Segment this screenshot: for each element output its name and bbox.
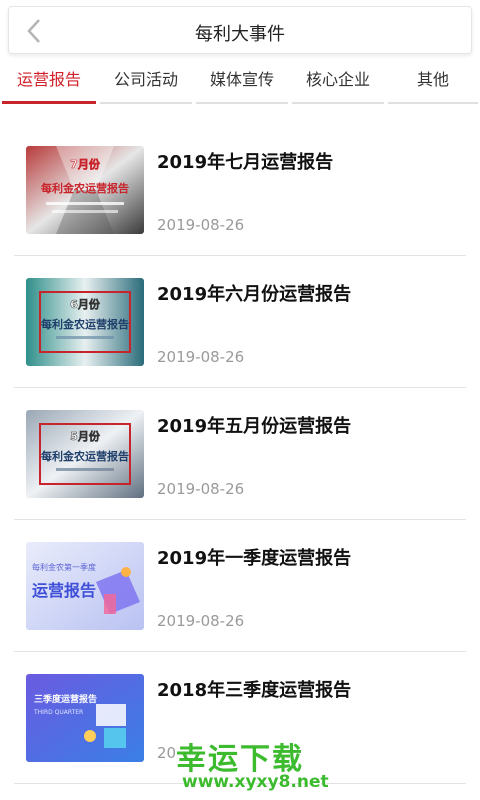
item-date: 2019-08-26 (157, 216, 245, 234)
tab-company-activity[interactable]: 公司活动 (100, 62, 192, 106)
list-item[interactable]: 5月份 每利金农运营报告 2019年五月份运营报告 2019-08-26 (14, 388, 466, 520)
item-title: 2018年三季度运营报告 (157, 680, 352, 701)
list-item[interactable]: 每利金农第一季度 运营报告 2019年一季度运营报告 2019-08-26 (14, 520, 466, 652)
site-watermark: 幸运下载 www.xyxy8.net (176, 734, 329, 794)
list-item[interactable]: 6月份 每利金农运营报告 2019年六月份运营报告 2019-08-26 (14, 256, 466, 388)
tab-label: 公司活动 (113, 70, 178, 89)
thumb-text: 每利金农运营报告 (41, 181, 129, 195)
page-title: 每利大事件 (195, 24, 285, 45)
thumb-text: THIRD QUARTER (33, 709, 83, 716)
report-thumbnail: 7月份 每利金农运营报告 (26, 146, 144, 234)
tab-media[interactable]: 媒体宣传 (196, 62, 288, 106)
tab-operation-report[interactable]: 运营报告 (2, 62, 96, 106)
tab-indicator (2, 101, 96, 104)
report-thumbnail: 6月份 每利金农运营报告 (26, 278, 144, 366)
report-thumbnail: 三季度运营报告 THIRD QUARTER (26, 674, 144, 762)
tab-label: 其他 (416, 70, 449, 89)
thumb-text: 每利金农运营报告 (41, 317, 129, 331)
item-date: 20 (157, 744, 177, 762)
item-date: 2019-08-26 (157, 348, 245, 366)
app-header: 每利大事件 (8, 6, 472, 54)
thumb-text: 运营报告 (32, 581, 96, 600)
tab-indicator (196, 102, 288, 104)
item-date: 2019-08-26 (157, 480, 245, 498)
item-title: 2019年六月份运营报告 (157, 284, 352, 305)
report-thumbnail: 5月份 每利金农运营报告 (26, 410, 144, 498)
thumb-text: 5月份 (70, 429, 101, 443)
thumb-text: 每利金农运营报告 (41, 449, 129, 463)
category-tabs: 运营报告 公司活动 媒体宣传 核心企业 其他 (0, 62, 480, 106)
thumb-text: 每利金农第一季度 (32, 562, 96, 572)
list-item[interactable]: 7月份 每利金农运营报告 2019年七月运营报告 2019-08-26 (14, 124, 466, 256)
item-date: 2019-08-26 (157, 612, 245, 630)
report-thumbnail: 每利金农第一季度 运营报告 (26, 542, 144, 630)
item-title: 2019年五月份运营报告 (157, 416, 352, 437)
tab-indicator (292, 102, 384, 104)
thumb-text: 7月份 (70, 157, 101, 171)
item-title: 2019年一季度运营报告 (157, 548, 352, 569)
tab-label: 运营报告 (16, 70, 81, 89)
item-title: 2019年七月运营报告 (157, 152, 334, 173)
thumb-text: 三季度运营报告 (34, 693, 97, 705)
tab-core-enterprise[interactable]: 核心企业 (292, 62, 384, 106)
tab-label: 核心企业 (305, 70, 370, 89)
tab-label: 媒体宣传 (209, 70, 274, 89)
thumb-text: 6月份 (70, 297, 101, 311)
tab-indicator (388, 102, 478, 104)
tab-other[interactable]: 其他 (388, 62, 478, 106)
tab-indicator (100, 102, 192, 104)
watermark-url: www.xyxy8.net (182, 772, 329, 792)
